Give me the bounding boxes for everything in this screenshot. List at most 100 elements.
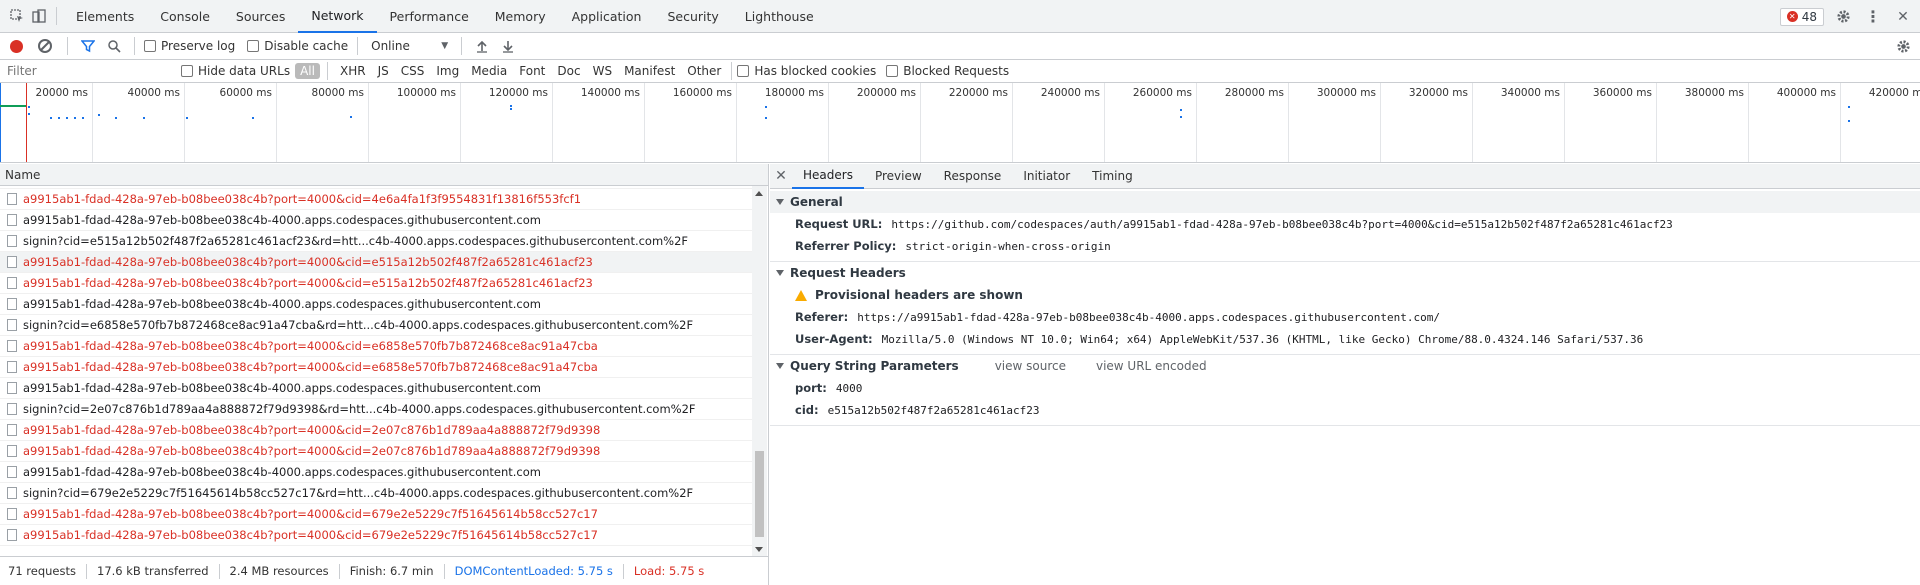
param-port-key: port: [795,381,827,395]
overview-time-label: 60000 ms [219,87,272,99]
gear-icon[interactable] [1832,6,1854,28]
table-row[interactable]: a9915ab1-fdad-428a-97eb-b08bee038c4b?por… [0,441,752,462]
request-list-scrollbar[interactable] [752,186,767,557]
warning-icon [795,289,807,301]
throttling-select[interactable]: Online ▼ [367,36,452,56]
tab-sources[interactable]: Sources [223,0,298,33]
general-section-header[interactable]: General [770,191,1920,213]
overview-time-label: 200000 ms [856,87,916,99]
inspect-element-icon[interactable] [6,5,28,27]
table-row[interactable]: a9915ab1-fdad-428a-97eb-b08bee038c4b?por… [0,252,752,273]
table-row[interactable]: signin?cid=e515a12b502f487f2a65281c461ac… [0,231,752,252]
table-row[interactable]: a9915ab1-fdad-428a-97eb-b08bee038c4b?por… [0,189,752,210]
view-source-link[interactable]: view source [995,359,1066,373]
query-string-header[interactable]: Query String Parameters view source view… [770,355,1920,377]
name-header-label: Name [5,167,41,182]
filter-input[interactable] [4,61,169,81]
tab-security[interactable]: Security [654,0,731,33]
checkbox-box[interactable] [247,40,260,52]
tab-lighthouse[interactable]: Lighthouse [732,0,827,33]
scroll-up-arrow[interactable] [755,191,763,196]
tab-performance[interactable]: Performance [377,0,482,33]
overview-time-label: 340000 ms [1500,87,1560,99]
table-row[interactable]: a9915ab1-fdad-428a-97eb-b08bee038c4b-400… [0,294,752,315]
export-har-icon[interactable] [497,35,519,57]
import-har-icon[interactable] [471,35,493,57]
checkbox-box[interactable] [144,40,156,52]
search-icon[interactable] [103,35,125,57]
table-row[interactable]: a9915ab1-fdad-428a-97eb-b08bee038c4b-400… [0,378,752,399]
hide-data-urls-checkbox[interactable]: Hide data URLs [181,64,290,78]
checkbox-box[interactable] [886,65,899,77]
toolbar-separator [67,37,68,55]
table-row[interactable]: signin?cid=679e2e5229c7f51645614b58cc527… [0,483,752,504]
table-row[interactable]: a9915ab1-fdad-428a-97eb-b08bee038c4b?por… [0,357,752,378]
table-row[interactable]: a9915ab1-fdad-428a-97eb-b08bee038c4b?por… [0,525,752,546]
filter-type-doc[interactable]: Doc [552,63,585,79]
table-row[interactable]: a9915ab1-fdad-428a-97eb-b08bee038c4b-400… [0,462,752,483]
table-row[interactable]: a9915ab1-fdad-428a-97eb-b08bee038c4b?por… [0,504,752,525]
overview-time-label: 140000 ms [580,87,640,99]
record-button[interactable] [10,39,23,53]
table-row[interactable]: a9915ab1-fdad-428a-97eb-b08bee038c4b?por… [0,273,752,294]
more-options-icon[interactable]: ⋮ [1862,6,1884,28]
filter-type-all[interactable]: All [295,63,320,79]
detail-tab-response[interactable]: Response [933,164,1013,189]
filter-icon[interactable] [77,35,99,57]
table-row[interactable]: a9915ab1-fdad-428a-97eb-b08bee038c4b?por… [0,336,752,357]
overview-gridline [184,83,185,162]
preserve-log-checkbox[interactable]: Preserve log [144,39,235,53]
request-name: a9915ab1-fdad-428a-97eb-b08bee038c4b?por… [23,423,601,437]
detail-tab-headers[interactable]: Headers [792,164,864,189]
filter-type-img[interactable]: Img [431,63,464,79]
filter-type-media[interactable]: Media [466,63,512,79]
tab-network[interactable]: Network [298,0,377,33]
filter-type-font[interactable]: Font [514,63,550,79]
table-row[interactable]: signin?cid=2e07c876b1d789aa4a888872f79d9… [0,399,752,420]
overview-request-mark [350,116,352,118]
close-devtools-icon[interactable]: ✕ [1892,6,1914,28]
referer-value: https://a9915ab1-fdad-428a-97eb-b08bee03… [857,310,1440,324]
toolbar-separator [357,37,359,55]
filter-type-js[interactable]: JS [373,63,394,79]
checkbox-box[interactable] [181,65,193,77]
view-url-encoded-link[interactable]: view URL encoded [1096,359,1207,373]
clear-icon[interactable] [38,39,52,53]
disable-cache-checkbox[interactable]: Disable cache [247,39,348,53]
table-row[interactable]: a9915ab1-fdad-428a-97eb-b08bee038c4b?por… [0,420,752,441]
overview-time-label: 160000 ms [672,87,732,99]
tab-elements[interactable]: Elements [63,0,147,33]
checkbox-box[interactable] [737,65,750,77]
error-count-badge[interactable]: ✕ 48 [1779,7,1824,26]
name-column-header[interactable]: Name [0,164,768,186]
request-name: a9915ab1-fdad-428a-97eb-b08bee038c4b?por… [23,360,598,374]
user-agent-value: Mozilla/5.0 (Windows NT 10.0; Win64; x64… [881,332,1644,346]
has-blocked-cookies-checkbox[interactable]: Has blocked cookies [737,64,876,78]
filter-type-xhr[interactable]: XHR [335,63,371,79]
overview-request-mark [143,117,145,119]
close-icon[interactable]: ✕ [770,168,792,184]
filter-type-other[interactable]: Other [682,63,726,79]
referer-key: Referer: [795,310,849,324]
detail-tab-list: Headers Preview Response Initiator Timing [792,164,1144,189]
request-headers-header[interactable]: Request Headers [770,262,1920,284]
tab-console[interactable]: Console [147,0,223,33]
dropdown-arrow-icon: ▼ [441,41,449,51]
document-icon [7,298,17,310]
network-overview[interactable]: 20000 ms 40000 ms 60000 ms 80000 ms 100000 m… [0,83,1920,163]
filter-type-manifest[interactable]: Manifest [619,63,680,79]
device-toolbar-icon[interactable] [28,5,50,27]
tab-memory[interactable]: Memory [482,0,559,33]
scroll-down-arrow[interactable] [755,547,763,552]
scrollbar-thumb[interactable] [755,451,764,537]
filter-type-ws[interactable]: WS [588,63,617,79]
filter-type-css[interactable]: CSS [396,63,430,79]
table-row[interactable]: a9915ab1-fdad-428a-97eb-b08bee038c4b-400… [0,210,752,231]
tab-application[interactable]: Application [559,0,655,33]
blocked-requests-checkbox[interactable]: Blocked Requests [886,64,1009,78]
detail-tab-timing[interactable]: Timing [1081,164,1144,189]
detail-tab-preview[interactable]: Preview [864,164,933,189]
table-row[interactable]: signin?cid=e6858e570fb7b872468ce8ac91a47… [0,315,752,336]
network-settings-icon[interactable] [1892,35,1914,57]
detail-tab-initiator[interactable]: Initiator [1012,164,1081,189]
